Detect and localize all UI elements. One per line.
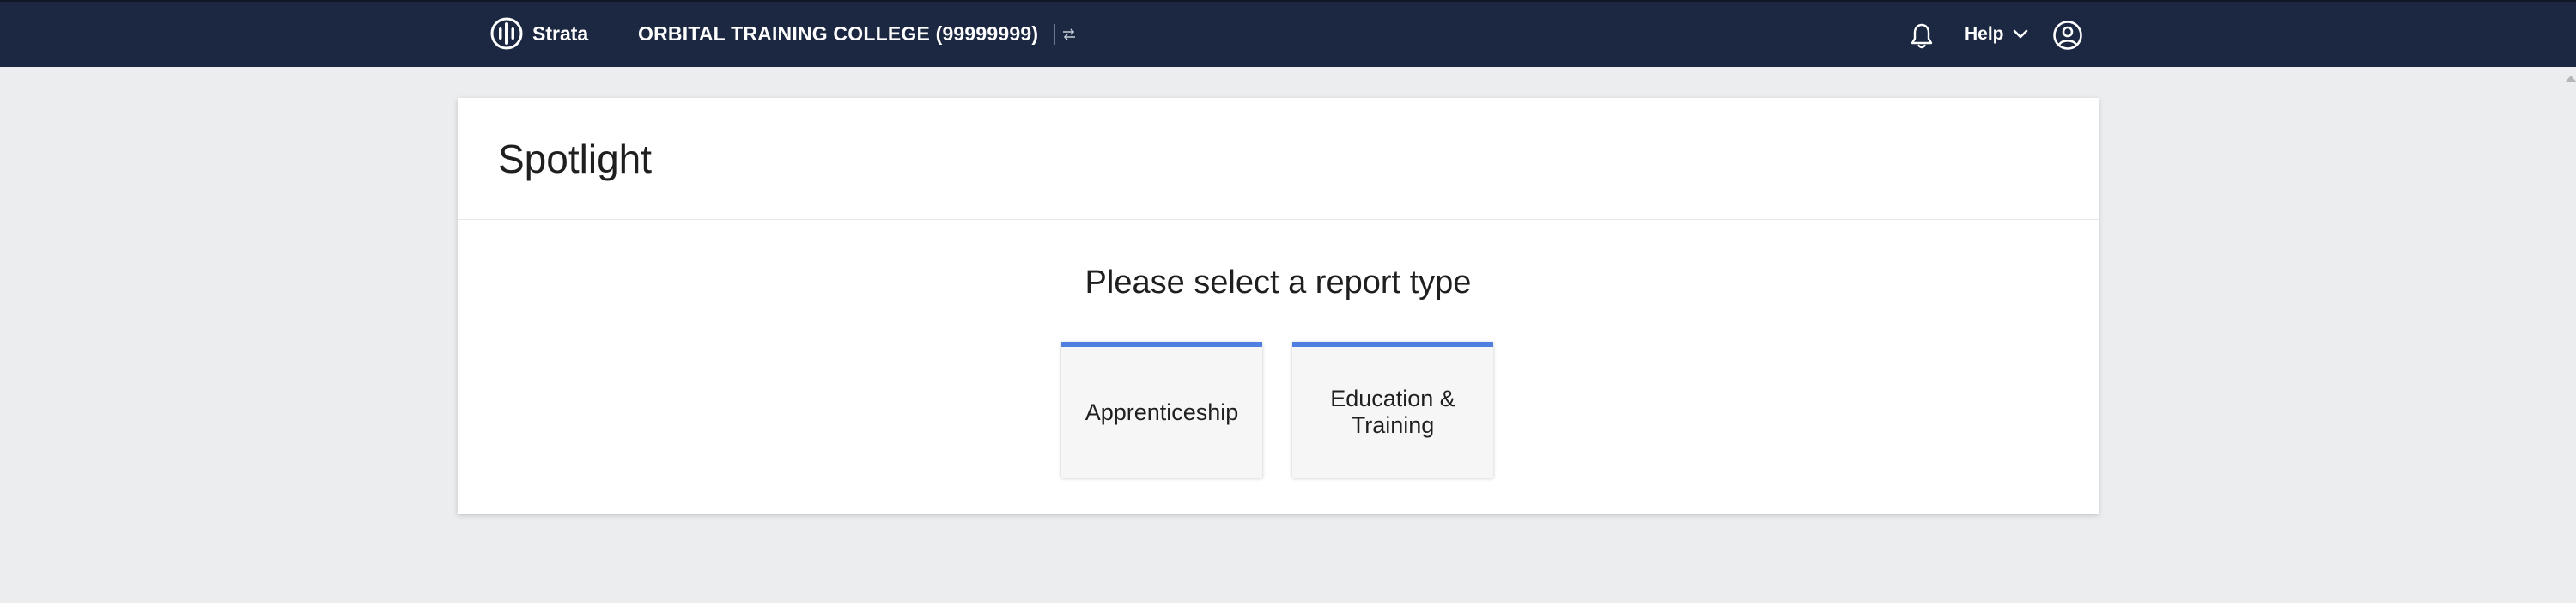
brand-name: Strata (532, 21, 589, 45)
report-type-prompt: Please select a report type (1084, 265, 1472, 301)
strata-logo-icon (490, 17, 523, 50)
switch-org-icon[interactable] (1060, 26, 1078, 43)
scrollbar-up-arrow[interactable] (2565, 76, 2576, 82)
bell-icon[interactable] (1910, 22, 1934, 50)
report-type-education-training-tile[interactable]: Education & Training (1292, 342, 1493, 478)
user-circle-icon[interactable] (2052, 20, 2083, 51)
help-menu[interactable]: Help (1965, 24, 2028, 45)
chevron-down-icon (2013, 29, 2027, 39)
report-type-options: Apprenticeship Education & Training (1061, 342, 1493, 478)
spotlight-card: Spotlight Please select a report type Ap… (458, 98, 2099, 514)
report-type-label: Apprenticeship (1084, 399, 1239, 425)
top-navigation-bar: Strata ORBITAL TRAINING COLLEGE (9999999… (0, 0, 2576, 67)
card-header: Spotlight (458, 98, 2099, 220)
organisation-divider (1054, 23, 1056, 45)
report-type-apprenticeship-tile[interactable]: Apprenticeship (1061, 342, 1262, 478)
organisation-name: ORBITAL TRAINING COLLEGE (99999999) (638, 22, 1039, 45)
page-title: Spotlight (498, 137, 653, 181)
help-menu-label: Help (1965, 24, 2004, 44)
brand-home-link[interactable]: Strata (489, 15, 588, 52)
organisation-selector[interactable]: ORBITAL TRAINING COLLEGE (99999999) (638, 22, 1078, 46)
report-type-label: Education & Training (1330, 386, 1455, 438)
